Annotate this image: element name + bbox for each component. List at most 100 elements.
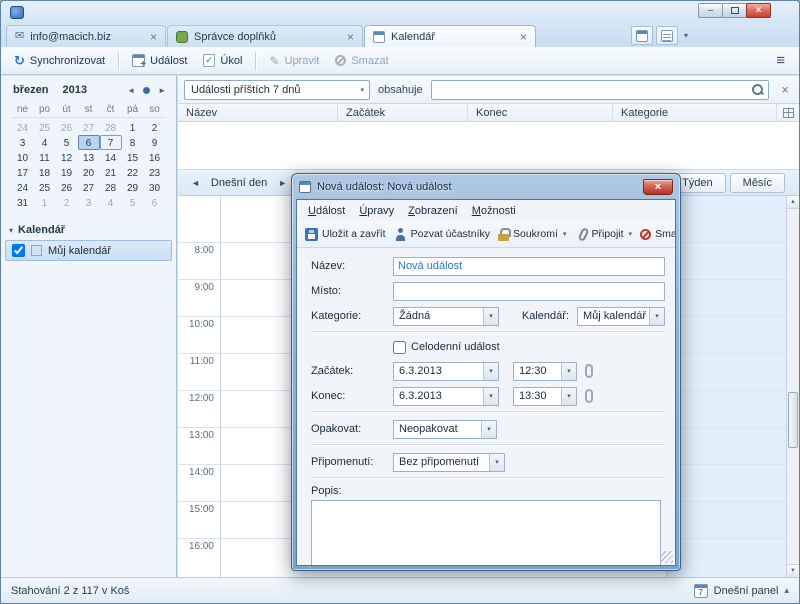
close-button[interactable]: × <box>746 3 771 18</box>
column-category[interactable]: Kategorie <box>613 104 777 121</box>
allday-checkbox[interactable] <box>393 341 406 354</box>
resize-grip[interactable] <box>661 551 673 563</box>
minical-day[interactable]: 24 <box>12 180 34 195</box>
start-time-dropdown[interactable]: 12:30 ▾ <box>513 362 577 381</box>
minical-day[interactable]: 2 <box>56 195 78 210</box>
event-description-textarea[interactable] <box>311 500 661 566</box>
link-times-icon[interactable] <box>585 364 593 378</box>
today-pane-toggle[interactable]: 7 Dnešní panel ▴ <box>694 584 789 598</box>
previous-day-icon[interactable]: ◄ <box>186 176 205 190</box>
minical-day[interactable]: 6 <box>144 195 166 210</box>
tab-addons[interactable]: Správce doplňků × <box>167 25 363 47</box>
scroll-up-icon[interactable]: ▲ <box>787 196 799 209</box>
minical-day[interactable]: 31 <box>12 195 34 210</box>
minical-next-icon[interactable]: ► <box>158 86 166 95</box>
tab-month-view[interactable]: Měsíc <box>730 173 785 193</box>
minical-day-selected[interactable]: 6 <box>78 135 100 150</box>
calendar-dropdown[interactable]: Můj kalendář ▾ <box>577 307 665 326</box>
category-dropdown[interactable]: Žádná ▾ <box>393 307 499 326</box>
minical-day[interactable]: 1 <box>122 120 144 135</box>
calendar-list-item[interactable]: Můj kalendář <box>5 240 172 261</box>
event-location-input[interactable] <box>393 282 665 301</box>
tab-list-dropdown[interactable]: ▾ <box>681 31 691 40</box>
minical-day[interactable]: 2 <box>144 120 166 135</box>
minical-day[interactable]: 29 <box>122 180 144 195</box>
minical-day[interactable]: 30 <box>144 180 166 195</box>
save-close-button[interactable]: Uložit a zavřít <box>301 225 390 244</box>
minical-year[interactable]: 2013 <box>62 84 86 96</box>
minical-prev-icon[interactable]: ◄ <box>127 86 135 95</box>
minical-day[interactable]: 10 <box>12 150 34 165</box>
column-picker-button[interactable] <box>777 108 799 118</box>
next-day-icon[interactable]: ► <box>273 176 292 190</box>
maximize-button[interactable] <box>722 3 747 18</box>
scrollbar-thumb[interactable] <box>788 392 798 448</box>
minical-day[interactable]: 27 <box>78 120 100 135</box>
minical-day[interactable]: 27 <box>78 180 100 195</box>
invite-attendees-button[interactable]: Pozvat účastníky <box>390 225 494 244</box>
vertical-scrollbar[interactable]: ▲ ▼ <box>786 196 799 577</box>
calendar-list-header[interactable]: ▾ Kalendář <box>9 224 176 236</box>
column-end[interactable]: Konec <box>468 104 613 121</box>
minical-day[interactable]: 26 <box>56 180 78 195</box>
today-button[interactable]: Dnešní den <box>205 175 273 191</box>
menu-edit[interactable]: Úpravy <box>352 202 401 220</box>
minical-day[interactable]: 23 <box>144 165 166 180</box>
minical-today-icon[interactable] <box>143 87 150 94</box>
minical-day[interactable]: 11 <box>34 150 56 165</box>
menu-event[interactable]: Událost <box>301 202 352 220</box>
minical-day[interactable]: 28 <box>100 180 122 195</box>
end-time-dropdown[interactable]: 13:30 ▾ <box>513 387 577 406</box>
minical-day[interactable]: 3 <box>78 195 100 210</box>
event-list-body[interactable] <box>178 122 799 170</box>
minical-day[interactable]: 24 <box>12 120 34 135</box>
menu-view[interactable]: Zobrazení <box>401 202 465 220</box>
menu-options[interactable]: Možnosti <box>465 202 523 220</box>
open-calendar-tab-button[interactable] <box>631 26 653 45</box>
minical-day[interactable]: 4 <box>100 195 122 210</box>
minical-day[interactable]: 1 <box>34 195 56 210</box>
new-event-button[interactable]: Událost <box>125 50 194 71</box>
minical-day[interactable]: 4 <box>34 135 56 150</box>
minical-day[interactable]: 17 <box>12 165 34 180</box>
minical-day[interactable]: 26 <box>56 120 78 135</box>
minical-day[interactable]: 22 <box>122 165 144 180</box>
link-times-icon[interactable] <box>585 389 593 403</box>
tab-close-icon[interactable]: × <box>520 31 527 43</box>
tab-calendar[interactable]: Kalendář × <box>364 25 536 47</box>
reminder-dropdown[interactable]: Bez připomenutí ▾ <box>393 453 505 472</box>
column-start[interactable]: Začátek <box>338 104 468 121</box>
minical-day-today[interactable]: 7 <box>100 135 122 150</box>
minical-day[interactable]: 13 <box>78 150 100 165</box>
privacy-button[interactable]: Soukromí ▾ <box>494 225 570 244</box>
dialog-close-button[interactable]: × <box>643 179 673 195</box>
event-title-input[interactable] <box>393 257 665 276</box>
minical-day[interactable]: 20 <box>78 165 100 180</box>
dialog-titlebar[interactable]: Nová událost: Nová událost × <box>292 174 680 199</box>
minical-day[interactable]: 5 <box>122 195 144 210</box>
column-name[interactable]: Název <box>178 104 338 121</box>
minical-month[interactable]: březen <box>13 84 48 96</box>
repeat-dropdown[interactable]: Neopakovat ▾ <box>393 420 497 439</box>
app-menu-icon[interactable]: ≡ <box>768 50 793 71</box>
synchronize-button[interactable]: ↻ Synchronizovat <box>7 50 112 71</box>
end-date-dropdown[interactable]: 6.3.2013 ▾ <box>393 387 499 406</box>
minical-day[interactable]: 18 <box>34 165 56 180</box>
event-search-box[interactable] <box>431 80 770 100</box>
scroll-down-icon[interactable]: ▼ <box>787 564 799 577</box>
minical-day[interactable]: 15 <box>122 150 144 165</box>
minical-day[interactable]: 14 <box>100 150 122 165</box>
tab-close-icon[interactable]: × <box>150 31 157 43</box>
tab-close-icon[interactable]: × <box>347 31 354 43</box>
event-search-input[interactable] <box>436 82 752 98</box>
new-task-button[interactable]: Úkol <box>196 50 249 71</box>
start-date-dropdown[interactable]: 6.3.2013 ▾ <box>393 362 499 381</box>
minical-day[interactable]: 9 <box>144 135 166 150</box>
minical-day[interactable]: 21 <box>100 165 122 180</box>
calendar-visible-checkbox[interactable] <box>12 244 25 257</box>
minical-day[interactable]: 25 <box>34 180 56 195</box>
attach-button[interactable]: Připojit ▾ <box>576 225 636 244</box>
minimize-button[interactable]: – <box>698 3 723 18</box>
minical-day[interactable]: 25 <box>34 120 56 135</box>
clear-filter-icon[interactable]: × <box>777 82 793 97</box>
